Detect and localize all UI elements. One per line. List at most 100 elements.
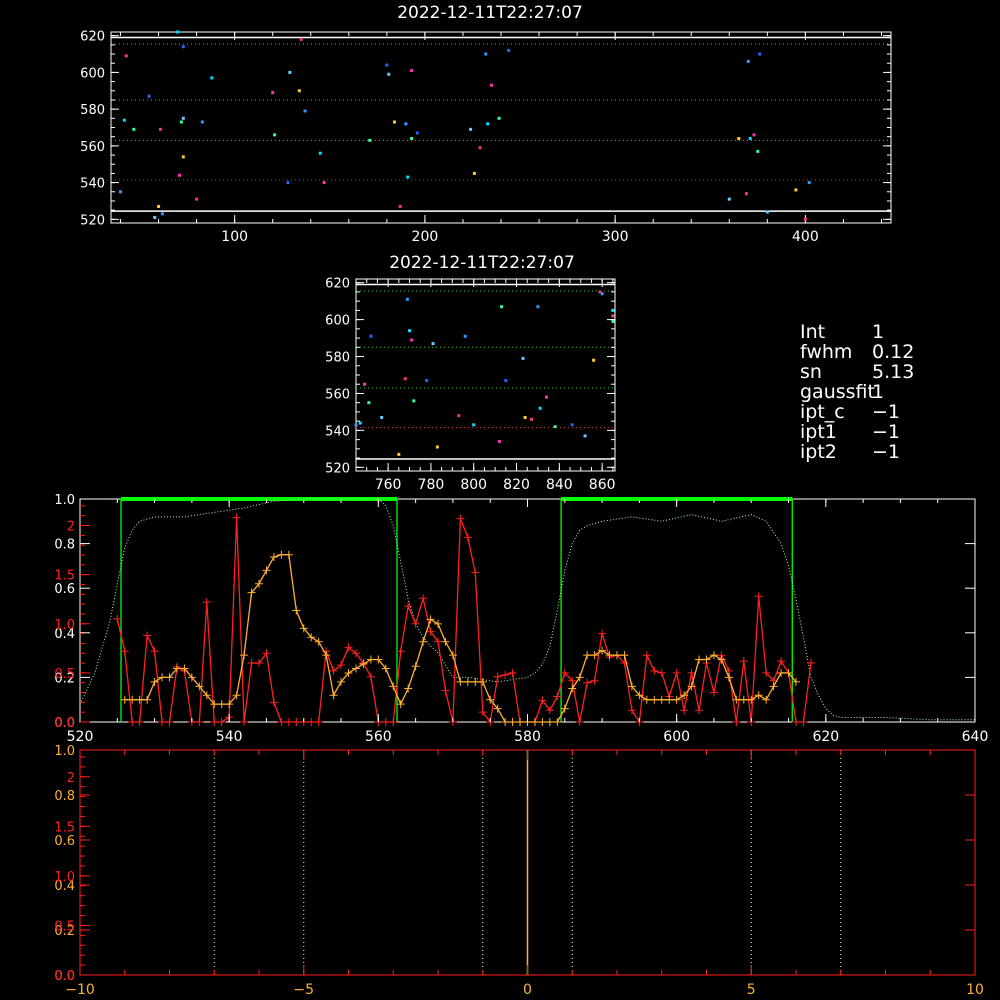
parameter-row: ipt2 −1 xyxy=(800,442,990,462)
event-point xyxy=(737,137,741,141)
event-point xyxy=(507,48,511,52)
red-y-tick-label: 0.5 xyxy=(54,919,75,934)
event-point xyxy=(369,334,373,338)
top-panel-title: 2022-12-11T22:27:07 xyxy=(397,3,583,23)
event-point xyxy=(410,137,414,141)
event-point xyxy=(124,54,128,58)
figure: 2022-12-11T22:27:07 100 200 300 40052054056… xyxy=(54,3,988,998)
red-series-point xyxy=(419,594,428,603)
orange-series-point xyxy=(404,684,413,693)
event-point xyxy=(611,319,615,323)
event-point xyxy=(119,190,123,194)
event-point xyxy=(318,151,322,155)
orange-series-point xyxy=(441,637,450,646)
orange-series-point xyxy=(314,637,323,646)
orange-series-point xyxy=(769,682,778,691)
red-series-point xyxy=(202,598,211,607)
orange-series-point xyxy=(389,682,398,691)
red-series-point xyxy=(277,718,286,726)
filter-transmission-curve xyxy=(79,498,975,721)
x-tick-label: 560 xyxy=(365,729,392,745)
red-series-point xyxy=(463,533,472,542)
event-point xyxy=(611,308,615,312)
event-point xyxy=(530,417,534,421)
red-y-tick-label: 2 xyxy=(67,771,75,786)
x-tick-label: 640 xyxy=(962,729,989,745)
event-point xyxy=(181,116,185,120)
event-point xyxy=(472,171,476,175)
parameter-row: gaussfit1 xyxy=(800,382,990,402)
event-point xyxy=(807,181,811,185)
x-tick-label: 800 xyxy=(460,477,487,493)
red-series-point xyxy=(240,718,249,726)
red-series-point xyxy=(799,718,808,726)
plot-frame xyxy=(355,278,616,472)
orange-series-point xyxy=(583,651,592,660)
parameter-key: ipt2 xyxy=(800,441,837,463)
y-tick-label: 580 xyxy=(325,351,350,366)
event-point xyxy=(408,329,412,333)
orange-series-point xyxy=(620,651,629,660)
y-tick-label: 520 xyxy=(80,213,105,228)
orange-series-point xyxy=(762,695,771,704)
plot-frame xyxy=(110,31,892,224)
event-point xyxy=(406,175,410,179)
red-series-point xyxy=(583,678,592,687)
orange-series-point xyxy=(292,606,301,615)
red-series-point xyxy=(210,718,219,726)
orange-series-point xyxy=(217,700,226,709)
orange-series-point xyxy=(516,718,525,726)
event-point xyxy=(521,356,525,360)
orange-series-point xyxy=(568,684,577,693)
red-y-tick-label: 0.0 xyxy=(54,969,75,984)
event-point xyxy=(727,197,731,201)
red-series-point xyxy=(777,657,786,666)
event-point xyxy=(385,63,389,67)
red-series-point xyxy=(680,706,689,715)
y-tick-label: 580 xyxy=(80,103,105,118)
event-point xyxy=(158,127,162,131)
event-point xyxy=(765,210,769,214)
parameter-value: 0.12 xyxy=(872,341,915,363)
orange-series-point xyxy=(329,691,338,700)
red-series-point xyxy=(754,592,763,601)
red-series-point xyxy=(508,668,517,677)
event-point xyxy=(354,423,358,427)
red-series-point xyxy=(590,676,599,685)
red-series-point xyxy=(143,631,152,640)
x-tick-label: 540 xyxy=(216,729,243,745)
event-point xyxy=(403,377,407,381)
orange-series-point xyxy=(456,677,465,686)
event-point xyxy=(489,83,493,87)
x-tick-label: −5 xyxy=(293,982,314,998)
orange-series-point xyxy=(419,637,428,646)
red-series-point xyxy=(456,514,465,523)
event-point xyxy=(392,120,396,124)
x-tick-label: 600 xyxy=(663,729,690,745)
red-series-point xyxy=(113,614,122,623)
event-point xyxy=(286,181,290,185)
orange-series-point xyxy=(672,695,681,704)
event-point xyxy=(132,127,136,131)
orange-series-point xyxy=(642,695,651,704)
panel-spectrum: 520 540 560 580 600 620 6400.00.20.40.60.81.00… xyxy=(54,493,988,745)
x-tick-label: −10 xyxy=(65,982,95,998)
red-series-point xyxy=(627,706,636,715)
parameter-key: Int xyxy=(800,321,826,343)
event-point xyxy=(545,395,549,399)
x-tick-label: 0 xyxy=(523,982,532,998)
event-point xyxy=(160,212,164,216)
y-tick-label: 540 xyxy=(325,424,350,439)
event-point xyxy=(179,120,183,124)
parameter-value: 5.13 xyxy=(872,361,915,383)
event-point xyxy=(803,217,807,221)
red-series-point xyxy=(247,659,256,668)
red-series-point xyxy=(739,657,748,666)
red-series-line xyxy=(116,517,812,724)
event-point xyxy=(497,116,501,120)
orange-series-point xyxy=(471,677,480,686)
red-series-point xyxy=(120,647,129,656)
event-point xyxy=(484,52,488,56)
x-tick-label: 820 xyxy=(503,477,530,493)
red-series-point xyxy=(672,668,681,677)
